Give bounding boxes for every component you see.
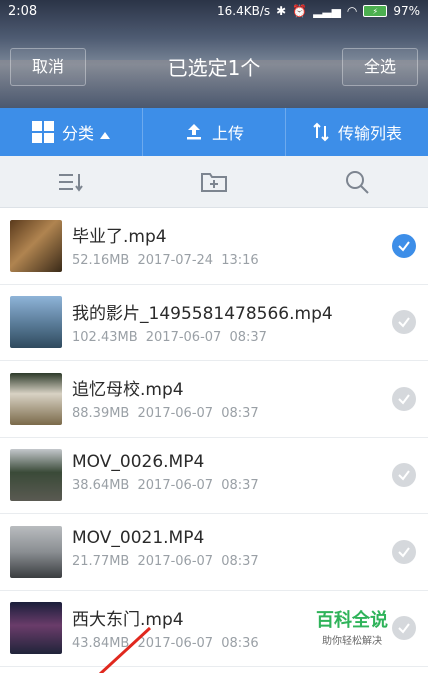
checkbox[interactable] (392, 310, 416, 335)
transfer-label: 传输列表 (337, 124, 402, 143)
file-name: 我的影片_1495581478566.mp4 (72, 303, 333, 324)
file-time: 13:16 (221, 253, 259, 268)
file-name: MOV_0026.MP4 (72, 451, 205, 472)
triangle-down-icon (100, 131, 110, 139)
file-name: 追忆母校.mp4 (72, 380, 184, 400)
checkbox[interactable] (392, 539, 416, 564)
file-date: 2017-06-07 (145, 329, 222, 345)
category-label: 分类 (61, 124, 94, 143)
signal-icon: ▂▃▅ (313, 4, 341, 18)
file-time: 08:37 (229, 329, 267, 345)
title-bar: 取消 已选定1个 全选 (0, 40, 428, 96)
file-name: MOV_0021.MP4 (72, 528, 205, 548)
file-info: 88.39MB 2017-06-07 08:37 (72, 406, 368, 421)
file-size: 21.77MB (72, 554, 130, 569)
sort-button[interactable] (51, 162, 91, 202)
file-name: 毕业了.mp4 (72, 227, 167, 247)
file-time: 08:37 (221, 477, 259, 493)
network-speed: 16.4KB/s (217, 4, 271, 18)
file-info: 102.43MB 2017-06-07 08:37 (72, 330, 368, 345)
file-info: 38.64MB 2017-06-07 08:37 (72, 478, 368, 493)
sort-icon (59, 173, 84, 192)
file-time: 08:37 (221, 406, 259, 421)
annotation-arrow (98, 626, 152, 673)
check-icon (398, 547, 410, 558)
watermark-subtitle: 助你轻松解决 (322, 636, 382, 647)
upload-icon (186, 124, 201, 140)
file-size: 52.16MB (72, 253, 130, 268)
file-time: 08:36 (221, 635, 259, 651)
wifi-icon: ◠ (346, 4, 358, 18)
file-row[interactable]: 我的影片_1495581478566.mp4 102.43MB 2017-06-… (0, 285, 428, 361)
file-time: 08:37 (221, 554, 259, 569)
file-row[interactable]: MOV_0021.MP4 21.77MB 2017-06-07 08:37 (0, 514, 428, 591)
video-thumbnail (10, 372, 62, 425)
transfer-list-button[interactable]: 传输列表 (286, 108, 428, 156)
bluetooth-icon: ✱ (276, 4, 287, 18)
file-date: 2017-06-07 (137, 554, 214, 569)
status-bar: 2:08 16.4KB/s ✱ ⏰ ▂▃▅ ◠ ⚡ 97% (0, 0, 428, 22)
search-icon (345, 170, 369, 194)
action-toolbar: 分类 上传 传输列表 (0, 108, 428, 156)
search-button[interactable] (337, 162, 377, 202)
battery-percent: 97% (393, 4, 420, 18)
list-toolbar (0, 156, 428, 208)
transfer-icon (313, 122, 329, 142)
header: 2:08 16.4KB/s ✱ ⏰ ▂▃▅ ◠ ⚡ 97% 取消 已选定1个 全… (0, 0, 428, 108)
file-info: 52.16MB 2017-07-24 13:16 (72, 253, 368, 268)
upload-label: 上传 (211, 124, 244, 143)
status-right: 16.4KB/s ✱ ⏰ ▂▃▅ ◠ ⚡ 97% (217, 4, 420, 18)
check-icon (398, 317, 410, 328)
file-row[interactable]: 毕业了.mp4 52.16MB 2017-07-24 13:16 (0, 208, 428, 285)
watermark-title: 百科全说 (316, 610, 388, 631)
alarm-icon: ⏰ (292, 4, 308, 18)
checkbox[interactable] (392, 386, 416, 411)
video-thumbnail (10, 219, 62, 272)
category-button[interactable]: 分类 (0, 108, 143, 156)
file-size: 38.64MB (72, 477, 130, 493)
upload-button[interactable]: 上传 (143, 108, 286, 156)
file-date: 2017-07-24 (137, 253, 214, 268)
checkbox-checked[interactable] (392, 233, 416, 258)
check-icon (398, 241, 410, 252)
checkbox[interactable] (392, 616, 416, 641)
file-list: 毕业了.mp4 52.16MB 2017-07-24 13:16 我的影片_14… (0, 208, 428, 673)
video-thumbnail (10, 602, 62, 655)
video-thumbnail (10, 296, 62, 349)
file-row[interactable]: MOV_0026.MP4 38.64MB 2017-06-07 08:37 (0, 438, 428, 514)
check-icon (398, 394, 410, 405)
select-all-button[interactable]: 全选 (342, 48, 418, 86)
file-info: 21.77MB 2017-06-07 08:37 (72, 554, 368, 569)
status-time: 2:08 (8, 3, 38, 19)
video-thumbnail (10, 525, 62, 578)
new-folder-icon (200, 172, 227, 192)
video-thumbnail (10, 449, 62, 502)
file-row[interactable]: 追忆母校.mp4 88.39MB 2017-06-07 08:37 (0, 361, 428, 438)
grid-icon (31, 121, 54, 143)
watermark: 百科全说 助你轻松解决 (316, 606, 388, 647)
file-size: 102.43MB (72, 329, 138, 345)
battery-icon: ⚡ (363, 5, 388, 17)
check-icon (398, 623, 410, 634)
file-size: 88.39MB (72, 406, 130, 421)
file-date: 2017-06-07 (137, 477, 214, 493)
check-icon (398, 470, 410, 481)
new-folder-button[interactable] (194, 162, 234, 202)
checkbox[interactable] (392, 463, 416, 488)
file-date: 2017-06-07 (137, 406, 214, 421)
